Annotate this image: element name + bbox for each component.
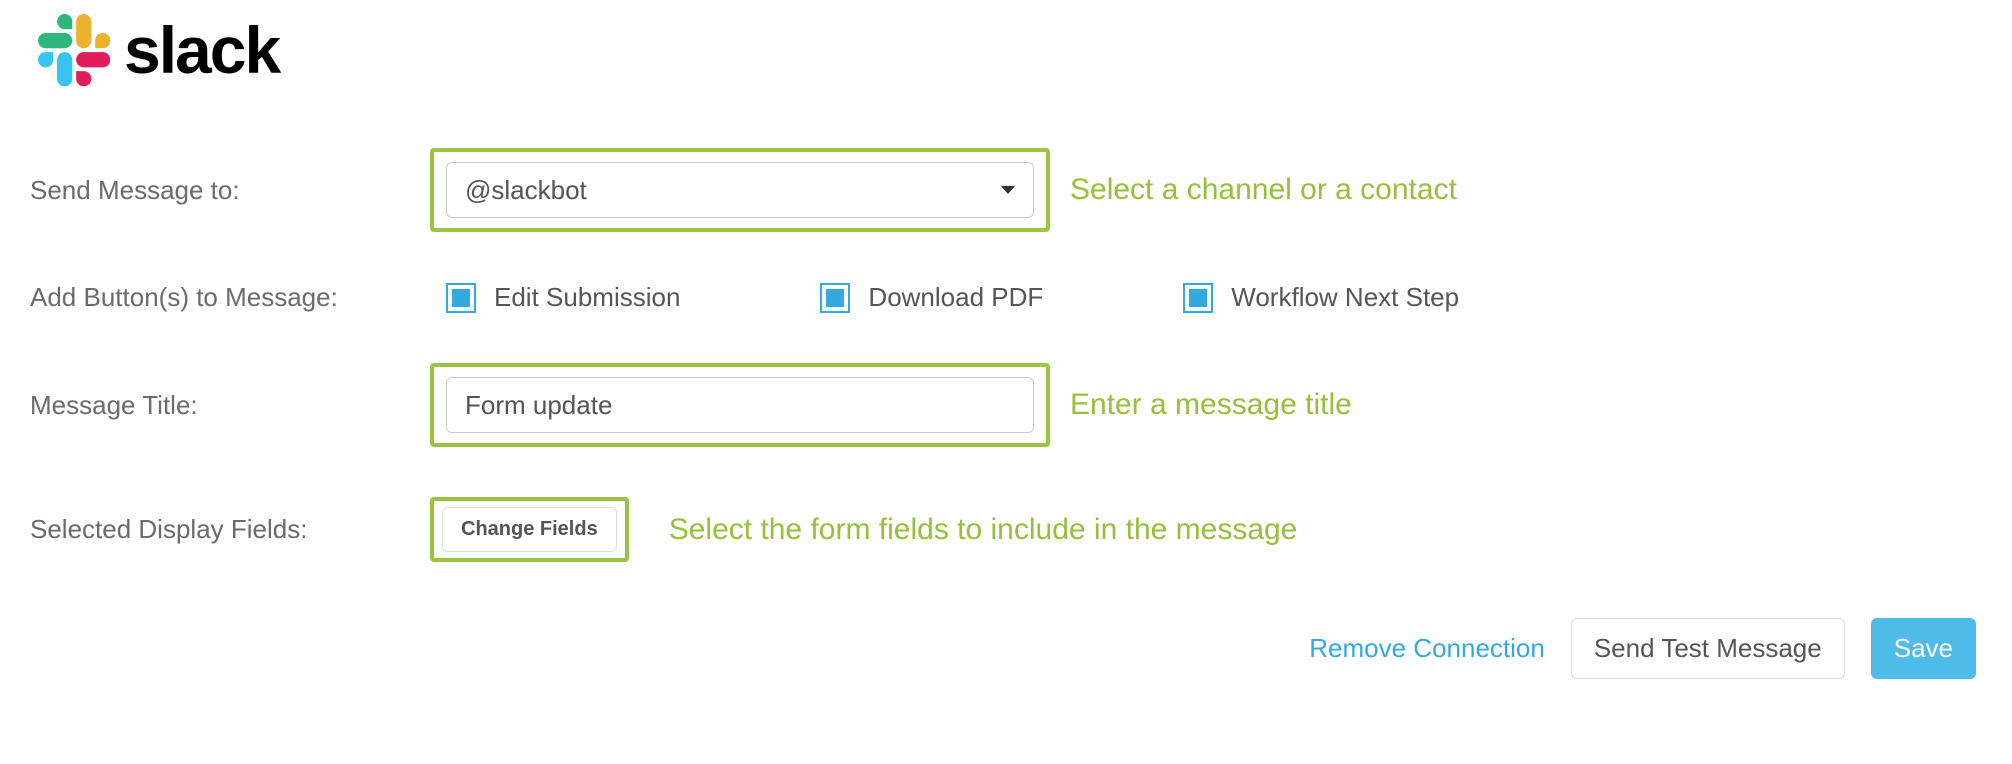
row-message-title: Message Title: Enter a message title [30, 363, 1982, 447]
send-to-annotation: Select a channel or a contact [1070, 173, 1982, 207]
checkbox-label: Edit Submission [494, 282, 680, 313]
slack-logo-text: slack [124, 12, 279, 88]
checkbox-edit-submission[interactable]: Edit Submission [446, 282, 680, 313]
checkbox-icon [1183, 283, 1213, 313]
send-to-value: @slackbot [465, 175, 587, 206]
message-title-annotation: Enter a message title [1070, 388, 1982, 422]
checkbox-label: Workflow Next Step [1231, 282, 1459, 313]
slack-logo-icon [38, 14, 110, 86]
checkbox-label: Download PDF [868, 282, 1043, 313]
message-title-input[interactable] [446, 377, 1034, 433]
chevron-down-icon [1001, 186, 1015, 194]
send-to-highlight: @slackbot [430, 148, 1050, 232]
checkbox-icon [820, 283, 850, 313]
save-button[interactable]: Save [1871, 618, 1976, 679]
row-add-buttons: Add Button(s) to Message: Edit Submissio… [30, 282, 1982, 313]
selected-fields-annotation: Select the form fields to include in the… [669, 513, 1298, 547]
checkbox-workflow-next-step[interactable]: Workflow Next Step [1183, 282, 1459, 313]
checkbox-download-pdf[interactable]: Download PDF [820, 282, 1043, 313]
footer: Remove Connection Send Test Message Save [30, 618, 1982, 679]
send-to-select[interactable]: @slackbot [446, 162, 1034, 218]
change-fields-highlight: Change Fields [430, 497, 629, 562]
message-title-label: Message Title: [30, 390, 410, 421]
message-title-highlight [430, 363, 1050, 447]
send-test-message-button[interactable]: Send Test Message [1571, 618, 1845, 679]
row-send-message-to: Send Message to: @slackbot Select a chan… [30, 148, 1982, 232]
change-fields-button[interactable]: Change Fields [442, 507, 617, 552]
send-to-label: Send Message to: [30, 175, 410, 206]
add-buttons-label: Add Button(s) to Message: [30, 282, 410, 313]
remove-connection-link[interactable]: Remove Connection [1309, 633, 1545, 664]
slack-logo: slack [38, 12, 1982, 88]
selected-fields-label: Selected Display Fields: [30, 514, 410, 545]
row-selected-fields: Selected Display Fields: Change Fields S… [30, 497, 1982, 562]
checkbox-icon [446, 283, 476, 313]
